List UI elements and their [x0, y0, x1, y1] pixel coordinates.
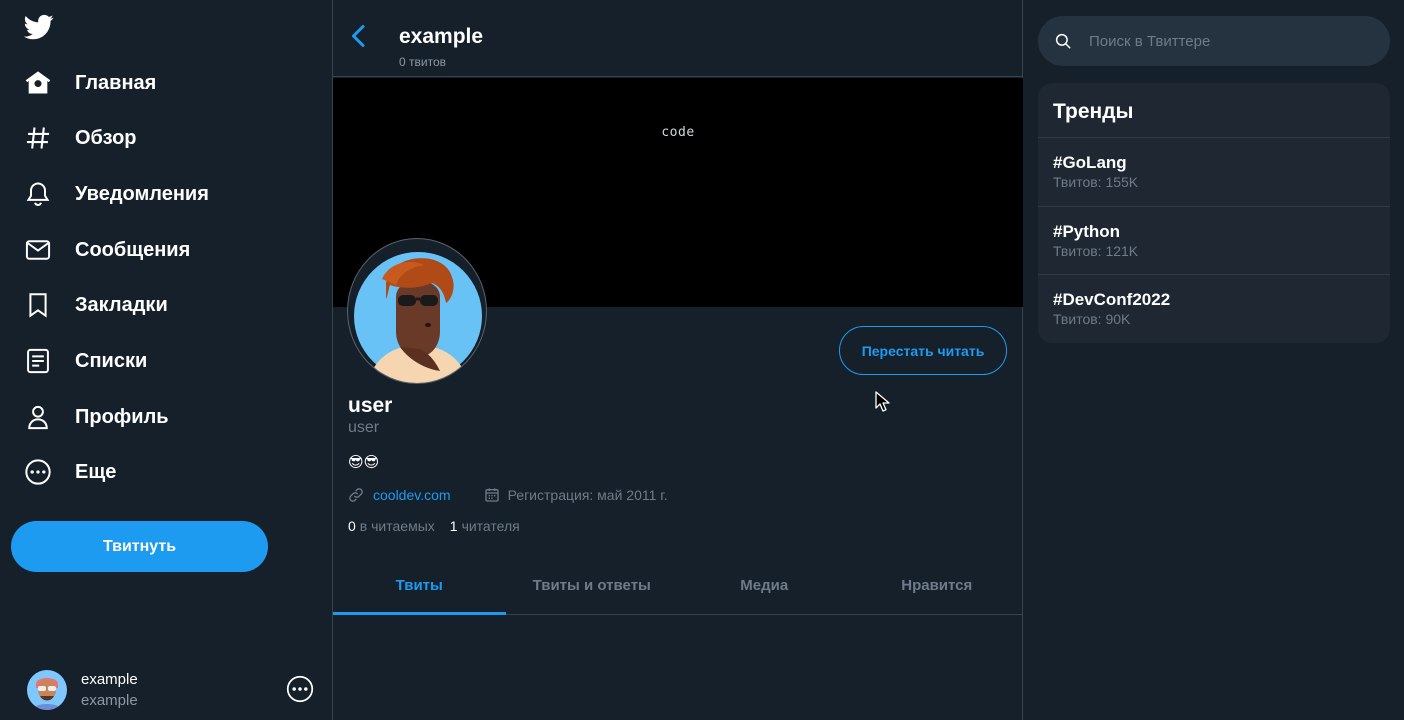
nav-label: Закладки	[75, 293, 168, 316]
nav-label: Списки	[75, 349, 148, 372]
nav-item-lists[interactable]: Списки	[10, 338, 147, 384]
tab-media[interactable]: Медиа	[678, 556, 851, 614]
profile-display-name: user	[348, 394, 393, 417]
mail-icon	[24, 236, 52, 264]
app-window: Главная Обзор Уведомления Сообщения Закл	[0, 0, 1404, 720]
unfollow-button[interactable]: Перестать читать	[839, 326, 1007, 375]
hashtag-icon	[24, 124, 52, 152]
search-input[interactable]	[1089, 26, 1369, 56]
following-count: 0	[348, 518, 356, 534]
following-label: в читаемых	[359, 518, 435, 534]
bookmark-icon	[24, 291, 52, 319]
calendar-icon	[484, 487, 500, 503]
back-button[interactable]	[343, 22, 375, 54]
user-icon	[24, 403, 52, 431]
account-switcher[interactable]: example example	[10, 664, 322, 716]
nav-item-home[interactable]: Главная	[10, 60, 156, 106]
followers-link[interactable]: 1 читателя	[450, 518, 520, 534]
tweet-count: 0 твитов	[399, 55, 446, 69]
trend-count: Твитов: 155K	[1053, 174, 1139, 190]
trend-count: Твитов: 121K	[1053, 243, 1139, 259]
back-arrow-icon	[347, 24, 371, 53]
page-title: example	[399, 25, 484, 48]
account-names: example example	[81, 669, 138, 711]
nav-label: Сообщения	[75, 238, 191, 261]
left-sidebar: Главная Обзор Уведомления Сообщения Закл	[0, 0, 333, 720]
tweet-button[interactable]: Твитнуть	[11, 521, 268, 572]
avatar	[27, 670, 67, 710]
banner-text: code	[661, 125, 695, 140]
nav-label: Уведомления	[75, 182, 209, 205]
followers-count: 1	[449, 518, 458, 534]
trend-item[interactable]: #DevConf2022 Твитов: 90K	[1038, 274, 1390, 343]
tab-tweets-and-replies[interactable]: Твиты и ответы	[506, 556, 679, 614]
following-link[interactable]: 0в читаемых	[348, 518, 435, 534]
search-bar[interactable]	[1038, 16, 1390, 66]
nav-label: Профиль	[75, 405, 169, 428]
profile-tabs: Твиты Твиты и ответы Медиа Нравится	[333, 556, 1023, 615]
account-handle: example	[81, 692, 138, 709]
tab-likes[interactable]: Нравится	[851, 556, 1024, 614]
trend-item[interactable]: #GoLang Твитов: 155K	[1038, 137, 1390, 206]
nav-item-explore[interactable]: Обзор	[10, 115, 137, 161]
more-circle-icon[interactable]	[286, 675, 314, 703]
join-date: Регистрация: май 2011 г.	[507, 487, 668, 503]
nav-item-more[interactable]: Еще	[10, 449, 116, 495]
profile-avatar[interactable]	[347, 238, 487, 384]
link-icon	[348, 487, 364, 503]
nav-item-messages[interactable]: Сообщения	[10, 227, 190, 273]
nav-label: Обзор	[75, 126, 137, 149]
followers-label: читателя	[461, 518, 520, 534]
trend-tag: #GoLang	[1053, 153, 1127, 172]
profile-header: example 0 твитов	[333, 0, 1023, 77]
follow-stats: 0в читаемых 1 читателя	[348, 518, 520, 534]
search-icon	[1054, 32, 1072, 50]
home-icon	[24, 69, 52, 97]
nav-label: Еще	[75, 460, 117, 483]
website-link[interactable]: cooldev.com	[373, 487, 451, 503]
list-icon	[24, 347, 52, 375]
profile-meta: cooldev.com Регистрация: май 2011 г.	[348, 485, 668, 505]
bell-icon	[24, 180, 52, 208]
profile-handle: user	[348, 419, 380, 436]
twitter-logo-icon[interactable]	[22, 12, 56, 42]
profile-column: example 0 твитов code Перестать читать u…	[333, 0, 1023, 720]
trend-item[interactable]: #Python Твитов: 121K	[1038, 206, 1390, 275]
trend-tag: #Python	[1053, 222, 1121, 241]
nav-item-bookmarks[interactable]: Закладки	[10, 282, 168, 328]
more-circle-icon	[24, 458, 52, 486]
trend-tag: #DevConf2022	[1053, 290, 1171, 309]
nav-item-notifications[interactable]: Уведомления	[10, 171, 209, 217]
tab-tweets[interactable]: Твиты	[333, 556, 506, 615]
trends-panel: Тренды #GoLang Твитов: 155K #Python Твит…	[1038, 83, 1390, 343]
account-name: example	[81, 671, 138, 688]
nav-label: Главная	[75, 71, 157, 94]
trend-count: Твитов: 90K	[1053, 311, 1131, 327]
trends-title: Тренды	[1053, 100, 1134, 123]
profile-bio: 😎😎	[348, 454, 380, 471]
nav-item-profile[interactable]: Профиль	[10, 394, 169, 440]
